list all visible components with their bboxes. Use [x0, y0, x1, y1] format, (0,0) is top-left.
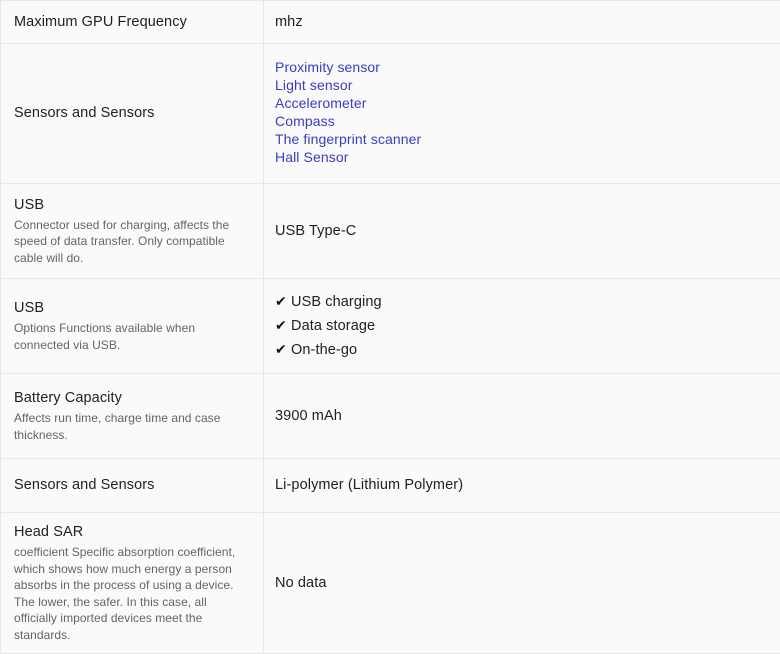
list-item: Hall Sensor [275, 149, 768, 167]
sensor-link-accelerometer[interactable]: Accelerometer [275, 95, 367, 112]
usb-feature-label-usb-charging: USB charging [291, 293, 382, 312]
spec-value-cell: Li-polymer (Lithium Polymer) [264, 459, 780, 513]
spec-value-text: Li-polymer (Lithium Polymer) [275, 475, 768, 495]
spec-label-description: Connector used for charging, affects the… [14, 217, 251, 267]
list-item: Compass [275, 113, 768, 131]
list-item: Proximity sensor [275, 59, 768, 77]
list-item: ✔ Data storage [275, 316, 768, 336]
spec-label-description: coefficient Specific absorption coeffici… [14, 544, 251, 643]
spec-value-text: USB Type-C [275, 221, 768, 241]
check-icon: ✔ [275, 316, 291, 335]
spec-value-text: No data [275, 573, 768, 593]
usb-feature-list: ✔ USB charging ✔ Data storage ✔ On-the-g… [275, 292, 768, 360]
list-item: ✔ On-the-go [275, 340, 768, 360]
spec-label-title: Sensors and Sensors [14, 475, 251, 495]
spec-label-description: Affects run time, charge time and case t… [14, 410, 251, 443]
list-item: Accelerometer [275, 95, 768, 113]
specifications-table-body: Maximum GPU Frequency mhz Sensors and Se… [1, 1, 780, 654]
sensor-link-fingerprint-scanner[interactable]: The fingerprint scanner [275, 131, 421, 148]
spec-value-text: 3900 mAh [275, 406, 768, 426]
table-row: Battery Capacity Affects run time, charg… [1, 374, 780, 459]
spec-value-cell: 3900 mAh [264, 374, 780, 459]
table-row: Maximum GPU Frequency mhz [1, 1, 780, 44]
spec-label-cell: Sensors and Sensors [1, 44, 264, 184]
table-row: Sensors and Sensors Proximity sensor Lig… [1, 44, 780, 184]
sensor-link-hall-sensor[interactable]: Hall Sensor [275, 149, 348, 166]
list-item: The fingerprint scanner [275, 131, 768, 149]
specifications-table: Maximum GPU Frequency mhz Sensors and Se… [0, 0, 780, 654]
spec-label-cell: Battery Capacity Affects run time, charg… [1, 374, 264, 459]
list-item: ✔ USB charging [275, 292, 768, 312]
spec-label-title: USB [14, 298, 251, 318]
sensor-link-light-sensor[interactable]: Light sensor [275, 77, 352, 94]
spec-value-cell: Proximity sensor Light sensor Accelerome… [264, 44, 780, 184]
check-icon: ✔ [275, 292, 291, 311]
spec-label-description: Options Functions available when connect… [14, 320, 251, 353]
check-icon: ✔ [275, 340, 291, 359]
sensor-link-proximity-sensor[interactable]: Proximity sensor [275, 59, 380, 76]
table-row: USB Connector used for charging, affects… [1, 184, 780, 279]
spec-label-cell: Head SAR coefficient Specific absorption… [1, 513, 264, 654]
spec-value-cell: USB Type-C [264, 184, 780, 279]
spec-label-cell: USB Options Functions available when con… [1, 279, 264, 374]
table-row: Sensors and Sensors Li-polymer (Lithium … [1, 459, 780, 513]
spec-label-title: Sensors and Sensors [14, 103, 251, 123]
spec-label-title: Battery Capacity [14, 388, 251, 408]
usb-feature-label-on-the-go: On-the-go [291, 341, 357, 360]
usb-feature-label-data-storage: Data storage [291, 317, 375, 336]
spec-label-cell: Sensors and Sensors [1, 459, 264, 513]
spec-label-title: Maximum GPU Frequency [14, 12, 251, 32]
list-item: Light sensor [275, 77, 768, 95]
table-row: USB Options Functions available when con… [1, 279, 780, 374]
spec-label-title: USB [14, 195, 251, 215]
table-row: Head SAR coefficient Specific absorption… [1, 513, 780, 654]
sensor-link-list: Proximity sensor Light sensor Accelerome… [275, 59, 768, 167]
spec-label-title: Head SAR [14, 522, 251, 542]
spec-label-cell: USB Connector used for charging, affects… [1, 184, 264, 279]
sensor-link-compass[interactable]: Compass [275, 113, 335, 130]
spec-value-text: mhz [275, 12, 768, 32]
spec-label-cell: Maximum GPU Frequency [1, 1, 264, 44]
spec-value-cell: ✔ USB charging ✔ Data storage ✔ On-the-g… [264, 279, 780, 374]
spec-value-cell: No data [264, 513, 780, 654]
spec-value-cell: mhz [264, 1, 780, 44]
